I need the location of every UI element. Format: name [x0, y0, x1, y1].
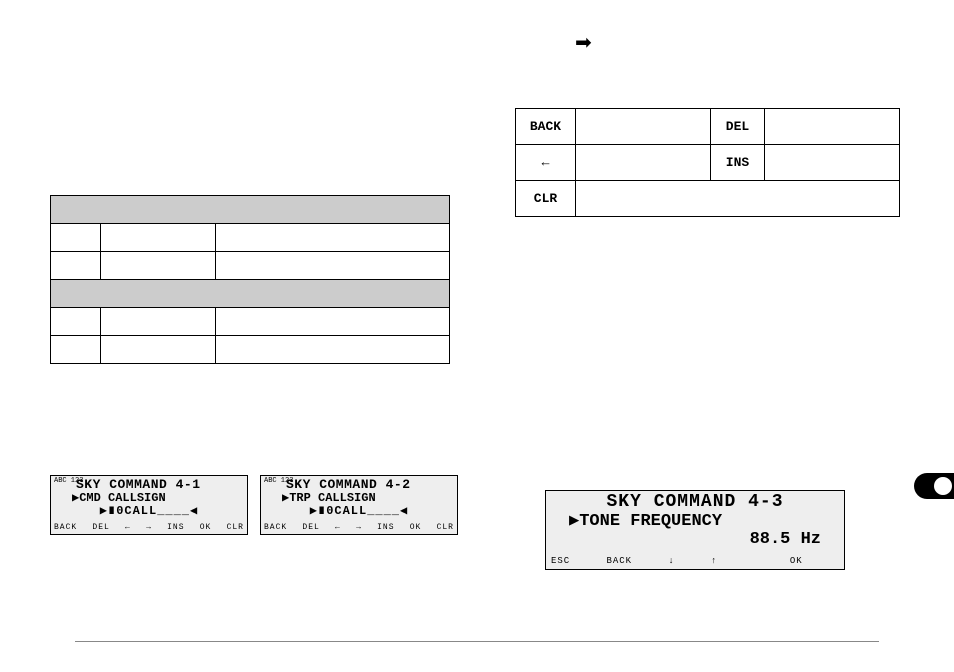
desc-cell	[575, 181, 899, 217]
table-row: BACK DEL	[516, 109, 900, 145]
desc-cell	[575, 109, 710, 145]
softkey: DEL	[92, 524, 109, 533]
lcd-sky-command-4-1: ABC 123 SKY COMMAND 4-1 ▶CMD CALLSIGN ▶∎…	[50, 475, 248, 535]
softkey: CLR	[227, 524, 244, 533]
page-tab-icon	[914, 473, 954, 499]
softkey: BACK	[606, 557, 632, 567]
footer-divider	[75, 641, 879, 642]
lcd-softkeys: ESC BACK ↓ ↑ OK	[551, 557, 839, 567]
table-row	[51, 308, 450, 336]
lcd-value: ▶∎0CALL____◀	[54, 505, 244, 518]
lcd-sky-command-4-3: SKY COMMAND 4-3 ▶TONE FREQUENCY 88.5 Hz …	[545, 490, 845, 570]
lcd-value: 88.5 Hz	[549, 531, 841, 550]
key-del: DEL	[710, 109, 765, 145]
softkey: OK	[200, 524, 212, 533]
lcd-value: ▶∎0CALL____◀	[264, 505, 454, 518]
softkey: BACK	[264, 524, 287, 533]
table-row	[51, 224, 450, 252]
lcd-line2: ▶TONE FREQUENCY	[549, 513, 841, 532]
softkey: BACK	[54, 524, 77, 533]
desc-cell	[765, 145, 900, 181]
cell	[100, 224, 215, 252]
softkey: CLR	[437, 524, 454, 533]
cell	[215, 224, 449, 252]
key-back: BACK	[516, 109, 576, 145]
cell	[51, 308, 101, 336]
cell	[100, 336, 215, 364]
lcd-sky-command-4-2: ABC 123 SKY COMMAND 4-2 ▶TRP CALLSIGN ▶∎…	[260, 475, 458, 535]
cell	[215, 308, 449, 336]
softkey: ←	[125, 524, 131, 533]
cell	[100, 252, 215, 280]
cell	[51, 252, 101, 280]
softkey: →	[146, 524, 152, 533]
key-ins: INS	[710, 145, 765, 181]
softkey: ESC	[551, 557, 570, 567]
lcd-softkeys: BACK DEL ← → INS OK CLR	[264, 524, 454, 533]
cell	[215, 336, 449, 364]
softkey: OK	[790, 557, 803, 567]
mode-indicator: ABC 123	[54, 478, 83, 484]
softkey: ↓	[668, 557, 674, 567]
softkey: DEL	[302, 524, 319, 533]
cell	[51, 224, 101, 252]
cell	[215, 252, 449, 280]
softkey: ↑	[711, 557, 717, 567]
table-row	[51, 336, 450, 364]
parameter-table	[50, 195, 450, 364]
softkey: OK	[410, 524, 422, 533]
key-left: ←	[516, 145, 576, 181]
desc-cell	[575, 145, 710, 181]
table-row	[51, 252, 450, 280]
mode-indicator: ABC 123	[264, 478, 293, 484]
cell	[100, 308, 215, 336]
header-cell	[51, 280, 450, 308]
key-function-table: BACK DEL ← INS CLR	[515, 108, 900, 217]
header-cell	[51, 196, 450, 224]
table-row: ← INS	[516, 145, 900, 181]
desc-cell	[765, 109, 900, 145]
lcd-title: SKY COMMAND 4-3	[549, 493, 841, 513]
key-clr: CLR	[516, 181, 576, 217]
cell	[51, 336, 101, 364]
softkey: →	[356, 524, 362, 533]
arrow-right-icon: ➡	[575, 30, 592, 55]
softkey: INS	[377, 524, 394, 533]
lcd-softkeys: BACK DEL ← → INS OK CLR	[54, 524, 244, 533]
softkey: ←	[335, 524, 341, 533]
table-row	[51, 280, 450, 308]
table-row	[51, 196, 450, 224]
table-row: CLR	[516, 181, 900, 217]
softkey: INS	[167, 524, 184, 533]
